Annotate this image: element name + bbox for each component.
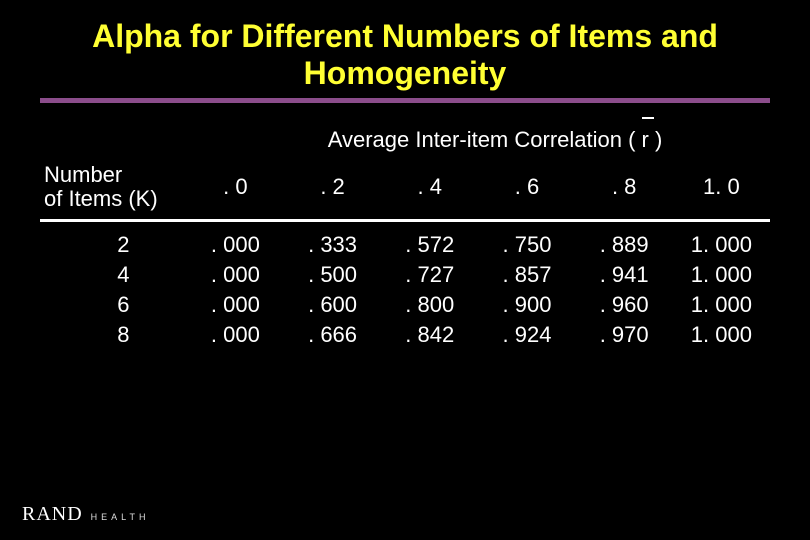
cell: . 500 [284, 260, 381, 290]
cell: . 857 [478, 260, 575, 290]
col-header: . 0 [187, 157, 284, 221]
cell: . 000 [187, 290, 284, 320]
rand-logo: RAND [22, 503, 83, 526]
cell: 1. 000 [673, 290, 770, 320]
cell: . 924 [478, 320, 575, 350]
row-k: 6 [40, 290, 187, 320]
cell: . 000 [187, 260, 284, 290]
cell: . 600 [284, 290, 381, 320]
row-k: 2 [40, 220, 187, 260]
rand-health-label: HEALTH [91, 512, 150, 522]
subhead-suffix: ) [649, 127, 662, 152]
cell: . 941 [576, 260, 673, 290]
col-header: . 8 [576, 157, 673, 221]
page-title: Alpha for Different Numbers of Items and… [40, 18, 770, 103]
r-bar-symbol: r [642, 127, 649, 153]
row-header-label: Number of Items (K) [40, 157, 187, 221]
subhead-prefix: Average Inter-item Correlation ( [328, 127, 642, 152]
cell: . 000 [187, 220, 284, 260]
cell: 1. 000 [673, 320, 770, 350]
cell: 1. 000 [673, 220, 770, 260]
cell: . 889 [576, 220, 673, 260]
table-row: 6 . 000 . 600 . 800 . 900 . 960 1. 000 [40, 290, 770, 320]
cell: . 333 [284, 220, 381, 260]
row-k: 4 [40, 260, 187, 290]
col-header: . 4 [381, 157, 478, 221]
cell: . 800 [381, 290, 478, 320]
cell: . 727 [381, 260, 478, 290]
cell: . 960 [576, 290, 673, 320]
cell: . 842 [381, 320, 478, 350]
table-subheading: Average Inter-item Correlation ( r ) [220, 127, 770, 153]
row-k: 8 [40, 320, 187, 350]
table-row: 4 . 000 . 500 . 727 . 857 . 941 1. 000 [40, 260, 770, 290]
cell: . 900 [478, 290, 575, 320]
col-header: . 2 [284, 157, 381, 221]
col-header: . 6 [478, 157, 575, 221]
table-row: 8 . 000 . 666 . 842 . 924 . 970 1. 000 [40, 320, 770, 350]
cell: 1. 000 [673, 260, 770, 290]
cell: . 572 [381, 220, 478, 260]
alpha-table: Number of Items (K) . 0 . 2 . 4 . 6 . 8 … [40, 157, 770, 350]
col-header: 1. 0 [673, 157, 770, 221]
cell: . 000 [187, 320, 284, 350]
slide: Alpha for Different Numbers of Items and… [0, 0, 810, 540]
footer-brand: RAND HEALTH [22, 503, 150, 526]
cell: . 750 [478, 220, 575, 260]
cell: . 666 [284, 320, 381, 350]
cell: . 970 [576, 320, 673, 350]
table-header-row: Number of Items (K) . 0 . 2 . 4 . 6 . 8 … [40, 157, 770, 221]
table-row: 2 . 000 . 333 . 572 . 750 . 889 1. 000 [40, 220, 770, 260]
